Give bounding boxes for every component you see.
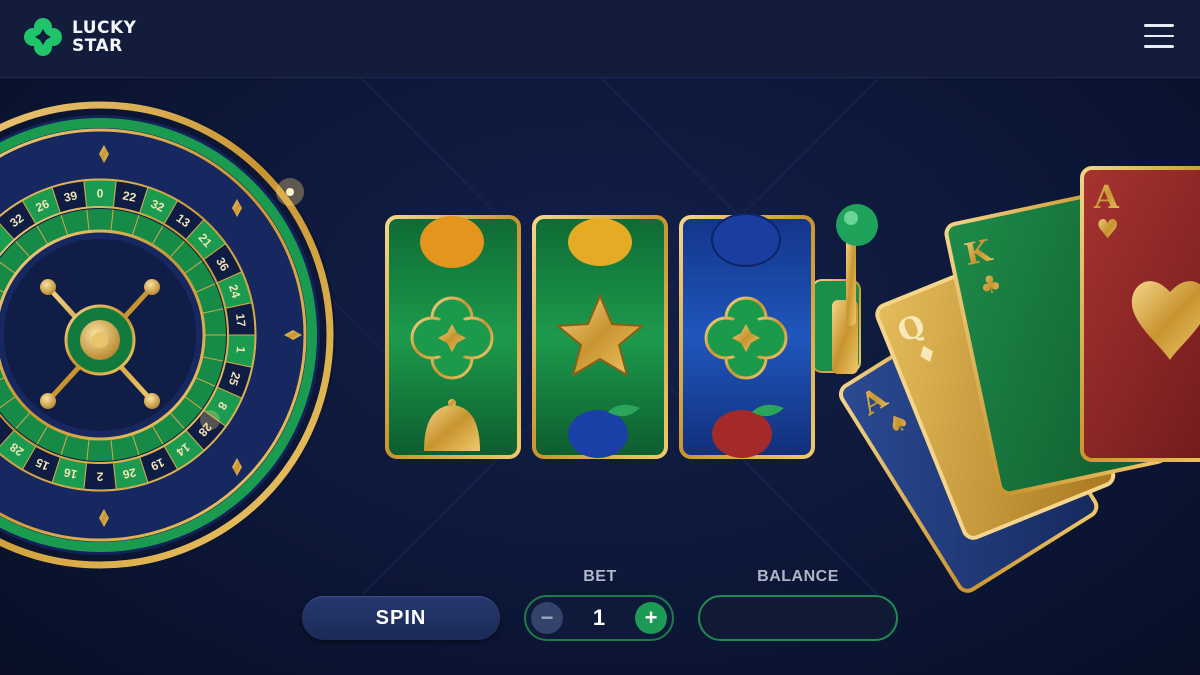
increase-bet-button[interactable]: + [635,602,667,634]
bet-stepper[interactable]: − 1 + [524,595,674,641]
balance-label: BALANCE [757,568,839,585]
plum-icon [711,213,781,267]
spin-button[interactable]: SPIN [302,596,500,640]
reel-2 [532,215,668,459]
playing-cards-fan[interactable]: A ♠ Q ♦ K ♣ A ♥ [837,166,1200,595]
reel-3 [679,213,815,459]
svg-text:♥: ♥ [1096,215,1119,245]
roulette-number: 17 [233,313,248,328]
slot-machine[interactable] [385,204,878,459]
decrease-bet-button[interactable]: − [531,602,563,634]
balance-display [698,595,898,641]
roulette-number: 0 [97,187,104,201]
svg-text:A: A [1093,178,1120,216]
orange-fruit-icon [420,216,484,268]
roulette-number: 2 [96,470,103,484]
bet-value: 1 [592,605,606,630]
slot-lever[interactable] [811,204,878,374]
bet-label: BET [583,568,617,585]
card-ace-hearts[interactable]: A ♥ [1080,166,1200,462]
reel-1 [385,215,521,459]
roulette-wheel[interactable]: 0223213213624171258281419262161528416282… [0,99,336,571]
lemon-icon [568,218,632,266]
